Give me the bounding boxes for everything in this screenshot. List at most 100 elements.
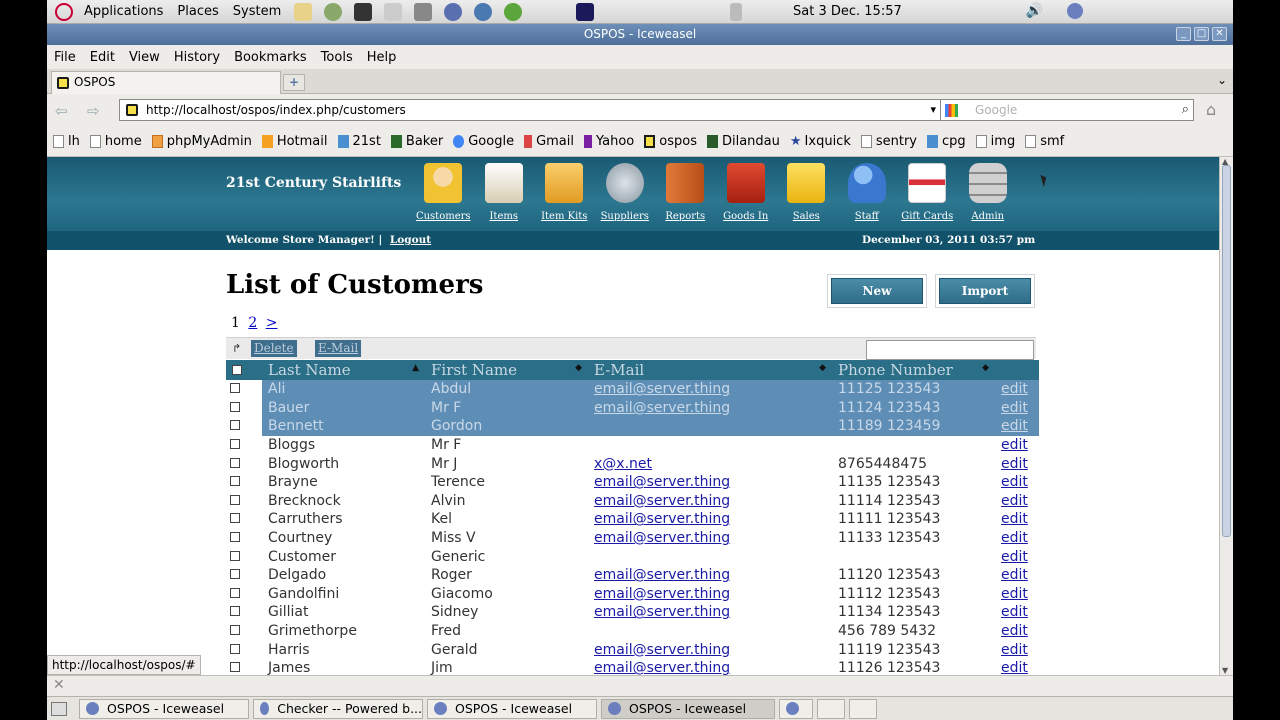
edit-link[interactable]: edit — [1001, 493, 1028, 509]
email-link[interactable]: email@server.thing — [594, 474, 730, 490]
module-reports[interactable]: Reports — [655, 163, 716, 222]
edit-link[interactable]: edit — [1001, 511, 1028, 527]
terminal-launcher-icon[interactable] — [354, 2, 373, 21]
help-launcher-icon[interactable] — [324, 2, 343, 21]
filter-input[interactable] — [866, 340, 1034, 360]
delete-button[interactable]: Delete — [251, 340, 297, 357]
search-field[interactable]: Google ⌕ — [940, 99, 1194, 121]
next-page-link[interactable]: > — [266, 315, 278, 331]
row-checkbox[interactable] — [230, 569, 240, 580]
logout-link[interactable]: Logout — [390, 234, 431, 246]
row-checkbox[interactable] — [230, 420, 240, 431]
edit-link[interactable]: edit — [1001, 400, 1028, 416]
task-ospos-3[interactable]: OSPOS - Iceweasel — [601, 698, 775, 719]
bookmark-cpg[interactable]: cpg — [927, 134, 966, 149]
dark-app-launcher-icon[interactable] — [576, 2, 595, 21]
edit-link[interactable]: edit — [1001, 549, 1028, 565]
search-icon[interactable]: ⌕ — [1182, 100, 1189, 120]
edit-link[interactable]: edit — [1001, 456, 1028, 472]
edit-link[interactable]: edit — [1001, 530, 1028, 546]
clipboard-icon[interactable] — [730, 2, 743, 21]
close-window-button[interactable]: ✕ — [1212, 27, 1227, 41]
network-launcher-icon[interactable] — [384, 2, 403, 21]
edit-link[interactable]: edit — [1001, 437, 1028, 453]
bookmark-lh[interactable]: lh — [53, 134, 80, 149]
column-email[interactable]: E-Mail ◆ — [588, 360, 832, 380]
new-tab-button[interactable]: + — [283, 74, 305, 91]
email-link[interactable]: email@server.thing — [594, 642, 730, 658]
row-checkbox[interactable] — [230, 662, 240, 673]
edit-link[interactable]: edit — [1001, 381, 1028, 397]
edit-link[interactable]: edit — [1001, 567, 1028, 583]
volume-icon[interactable]: 🔊 — [1026, 3, 1043, 19]
module-staff[interactable]: Staff — [837, 163, 898, 222]
text-editor-launcher-icon[interactable] — [294, 2, 313, 21]
back-arrow-icon[interactable]: ⇦ — [55, 102, 68, 120]
row-checkbox[interactable] — [230, 383, 240, 394]
email-button[interactable]: E-Mail — [315, 340, 362, 357]
row-checkbox[interactable] — [230, 643, 240, 654]
page-2-link[interactable]: 2 — [248, 315, 257, 331]
module-sales[interactable]: Sales — [776, 163, 837, 222]
url-history-dropdown-icon[interactable]: ▾ — [930, 100, 936, 120]
new-customer-button[interactable]: New — [827, 274, 927, 308]
task-checker[interactable]: Checker -- Powered b... — [253, 698, 423, 719]
bookmark-ospos[interactable]: ospos — [644, 134, 697, 149]
edit-link[interactable]: edit — [1001, 418, 1028, 434]
maximize-button[interactable]: □ — [1194, 27, 1209, 41]
select-all-checkbox[interactable] — [232, 365, 242, 375]
email-link[interactable]: email@server.thing — [594, 493, 730, 509]
column-first-name[interactable]: First Name ◆ — [425, 360, 588, 380]
edit-link[interactable]: edit — [1001, 642, 1028, 658]
module-customers[interactable]: Customers — [413, 163, 474, 222]
bookmark-21st[interactable]: 21st — [337, 134, 381, 149]
row-checkbox[interactable] — [230, 439, 240, 450]
module-admin[interactable]: Admin — [958, 163, 1019, 222]
row-checkbox[interactable] — [230, 401, 240, 412]
email-link[interactable]: email@server.thing — [594, 511, 730, 527]
places-menu[interactable]: Places — [170, 4, 225, 19]
bookmark-smf[interactable]: smf — [1025, 134, 1064, 149]
import-button[interactable]: Import — [935, 274, 1035, 308]
email-link[interactable]: email@server.thing — [594, 530, 730, 546]
menu-tools[interactable]: Tools — [314, 50, 360, 65]
home-icon[interactable]: ⌂ — [1206, 100, 1216, 119]
email-link[interactable]: email@server.thing — [594, 586, 730, 602]
module-item-kits[interactable]: Item Kits — [534, 163, 595, 222]
edit-link[interactable]: edit — [1001, 474, 1028, 490]
settings-launcher-icon[interactable] — [414, 2, 433, 21]
sort-icon[interactable]: ◆ — [575, 363, 582, 373]
sort-icon[interactable]: ◆ — [819, 363, 826, 373]
bookmark-baker[interactable]: Baker — [390, 134, 443, 149]
bookmark-img[interactable]: img — [975, 134, 1015, 149]
row-checkbox[interactable] — [230, 532, 240, 543]
edit-link[interactable]: edit — [1001, 586, 1028, 602]
row-checkbox[interactable] — [230, 587, 240, 598]
edit-link[interactable]: edit — [1001, 660, 1028, 675]
bookmark-gmail[interactable]: Gmail — [524, 134, 574, 149]
email-link[interactable]: email@server.thing — [594, 400, 730, 416]
module-gift-cards[interactable]: Gift Cards — [897, 163, 958, 222]
row-checkbox[interactable] — [230, 494, 240, 505]
module-goods-in[interactable]: Goods In — [716, 163, 777, 222]
search-engine-icon[interactable] — [945, 104, 958, 117]
edit-link[interactable]: edit — [1001, 623, 1028, 639]
row-checkbox[interactable] — [230, 550, 240, 561]
menu-bookmarks[interactable]: Bookmarks — [227, 50, 314, 65]
column-phone[interactable]: Phone Number ◆ — [832, 360, 995, 380]
email-link[interactable]: email@server.thing — [594, 660, 730, 675]
email-link[interactable]: email@server.thing — [594, 567, 730, 583]
globe-launcher-icon[interactable] — [474, 2, 493, 21]
browser-launcher-icon[interactable] — [444, 2, 463, 21]
bookmark-home[interactable]: home — [89, 134, 142, 149]
column-last-name[interactable]: Last Name ▲ — [262, 360, 425, 380]
email-link[interactable]: email@server.thing — [594, 604, 730, 620]
row-checkbox[interactable] — [230, 606, 240, 617]
menu-file[interactable]: File — [47, 50, 83, 65]
network-status-icon[interactable] — [1067, 3, 1083, 19]
tab-list-chevron-icon[interactable]: ⌄ — [1217, 73, 1227, 87]
page-scrollbar[interactable]: ▲ ▼ — [1219, 157, 1233, 675]
email-link[interactable]: email@server.thing — [594, 381, 730, 397]
leaf-launcher-icon[interactable] — [504, 2, 523, 21]
workspace-1[interactable] — [817, 698, 845, 719]
